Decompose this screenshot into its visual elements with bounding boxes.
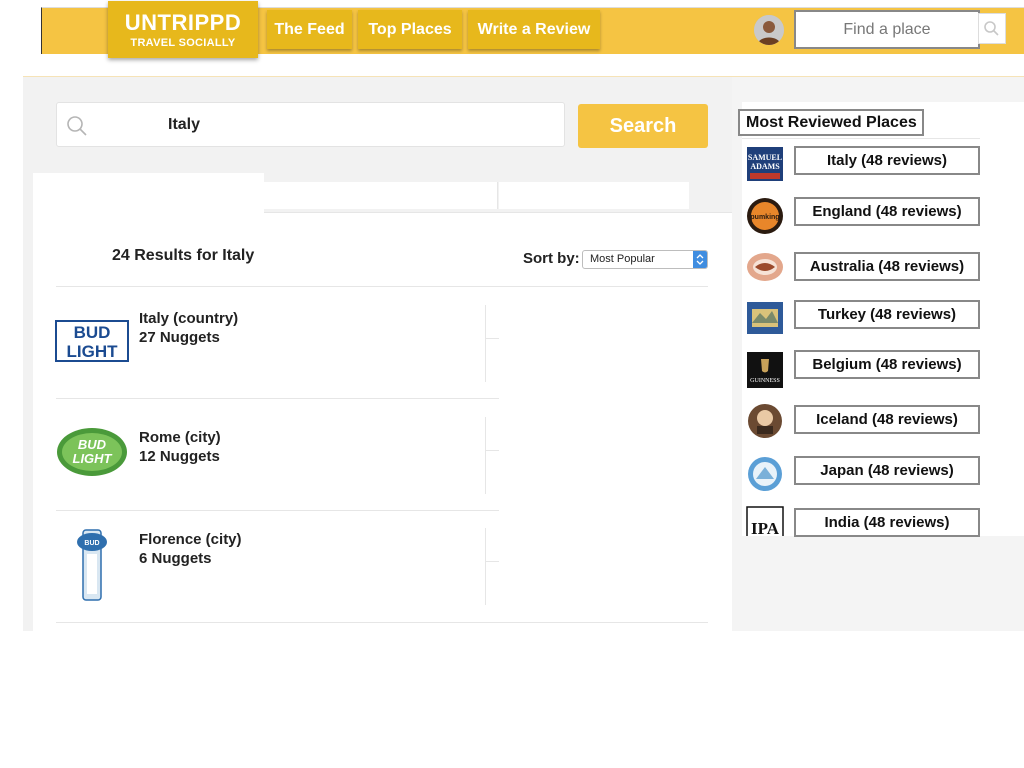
divider — [742, 138, 980, 139]
find-place-input[interactable]: Find a place — [794, 10, 980, 49]
svg-text:ADAMS: ADAMS — [750, 162, 780, 171]
site-logo[interactable]: UNTRIPPD TRAVEL SOCIALLY — [108, 1, 258, 58]
divider — [486, 338, 499, 339]
sidebar-place-button[interactable]: Turkey (48 reviews) — [794, 300, 980, 329]
svg-text:BUD: BUD — [74, 323, 111, 342]
chevron-up-down-icon — [693, 251, 707, 268]
sidebar-place-button[interactable]: England (48 reviews) — [794, 197, 980, 226]
bud-light-logo-icon: BUD LIGHT — [55, 320, 129, 362]
sidebar-place-button[interactable]: Iceland (48 reviews) — [794, 405, 980, 434]
svg-text:LIGHT: LIGHT — [67, 342, 119, 361]
sidebar-place-button[interactable]: Belgium (48 reviews) — [794, 350, 980, 379]
divider — [486, 561, 499, 562]
result-thumbnail[interactable]: BUD — [75, 528, 109, 607]
sierra-nevada-logo-icon — [746, 301, 784, 337]
oktoberfest-logo-icon — [746, 455, 784, 491]
divider — [486, 450, 499, 451]
sidebar-panel-edge — [992, 102, 1024, 536]
divider — [56, 398, 499, 399]
nav-top-places-button[interactable]: Top Places — [358, 10, 462, 49]
result-title[interactable]: Italy (country) — [139, 310, 238, 327]
divider — [56, 622, 708, 623]
result-nuggets: 12 Nuggets — [139, 448, 220, 465]
avatar-person-icon — [754, 15, 784, 45]
svg-text:LIGHT: LIGHT — [73, 451, 113, 466]
result-title[interactable]: Rome (city) — [139, 429, 221, 446]
result-nuggets: 27 Nuggets — [139, 329, 220, 346]
ipa-logo-icon: IPA — [746, 506, 784, 536]
sort-selected-value: Most Popular — [590, 253, 655, 265]
divider — [56, 510, 499, 511]
results-tab[interactable] — [264, 182, 498, 209]
search-icon — [984, 21, 999, 36]
pumking-logo-icon: pumking — [746, 197, 784, 234]
result-title[interactable]: Florence (city) — [139, 531, 242, 548]
sidebar-place-button[interactable]: Italy (48 reviews) — [794, 146, 980, 175]
result-thumbnail[interactable]: BUD LIGHT — [55, 424, 129, 485]
sidebar-place-button[interactable]: India (48 reviews) — [794, 508, 980, 537]
nav-write-review-button[interactable]: Write a Review — [468, 10, 600, 49]
results-count: 24 Results for Italy — [112, 247, 255, 264]
sidebar-heading: Most Reviewed Places — [738, 109, 924, 136]
results-tab[interactable] — [499, 182, 689, 209]
svg-text:SAMUEL: SAMUEL — [748, 153, 782, 162]
svg-text:BUD: BUD — [78, 437, 107, 452]
result-nuggets: 6 Nuggets — [139, 550, 212, 567]
search-button[interactable]: Search — [578, 104, 708, 148]
svg-text:GUINNESS: GUINNESS — [750, 378, 780, 384]
bud-light-platinum-logo-icon: BUD — [77, 529, 107, 601]
logo-name: UNTRIPPD — [124, 10, 242, 35]
divider — [56, 286, 708, 287]
search-input[interactable]: Italy — [56, 102, 565, 147]
divider — [485, 305, 486, 382]
search-query-text: Italy — [168, 116, 201, 133]
svg-text:BUD: BUD — [84, 540, 99, 547]
sidebar-place-button[interactable]: Japan (48 reviews) — [794, 456, 980, 485]
logo-tagline: TRAVEL SOCIALLY — [130, 37, 236, 49]
bud-light-lime-logo-icon: BUD LIGHT — [57, 428, 127, 476]
find-place-search-button[interactable] — [978, 13, 1006, 44]
results-panel — [33, 173, 733, 631]
nav-the-feed-button[interactable]: The Feed — [267, 10, 352, 49]
svg-text:IPA: IPA — [751, 519, 780, 536]
svg-text:pumking: pumking — [750, 214, 779, 221]
result-thumbnail[interactable]: BUD LIGHT — [55, 320, 129, 367]
samuel-adams-logo-icon: SAMUEL ADAMS — [746, 146, 784, 182]
user-avatar[interactable] — [754, 15, 784, 45]
divider — [485, 417, 486, 494]
sidebar-place-button[interactable]: Australia (48 reviews) — [794, 252, 980, 281]
divider — [485, 528, 486, 605]
results-tab-strip — [264, 173, 733, 213]
sort-label: Sort by: — [523, 250, 580, 267]
sort-dropdown[interactable]: Most Popular — [582, 250, 708, 269]
guinness-logo-icon: GUINNESS — [746, 351, 784, 388]
search-icon — [67, 116, 87, 136]
monk-logo-icon — [746, 402, 784, 438]
dogfish-head-logo-icon — [746, 251, 784, 287]
